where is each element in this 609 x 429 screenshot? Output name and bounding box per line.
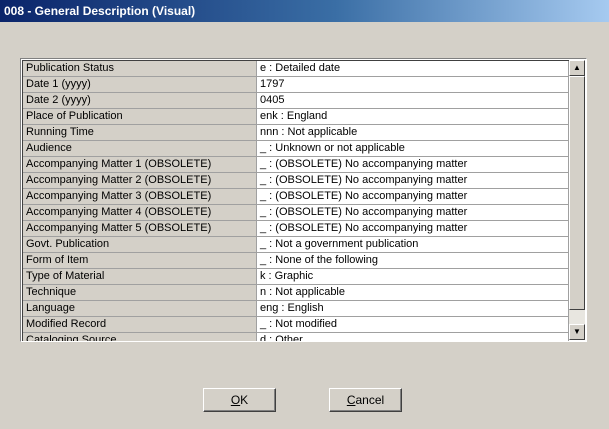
field-value[interactable]: eng : English <box>256 300 569 317</box>
table-row[interactable]: Place of Publication enk : England <box>23 108 569 125</box>
field-label: Technique <box>23 284 257 301</box>
table-row[interactable]: Accompanying Matter 5 (OBSOLETE) _ : (OBS… <box>23 220 569 237</box>
scroll-thumb[interactable] <box>569 76 585 310</box>
vertical-scrollbar[interactable]: ▲ ▼ <box>569 60 585 340</box>
cancel-button[interactable]: Cancel <box>329 388 402 412</box>
cancel-label-rest: ancel <box>355 393 385 407</box>
field-value[interactable]: enk : England <box>256 108 569 125</box>
field-label: Date 1 (yyyy) <box>23 76 257 93</box>
table-row[interactable]: Date 2 (yyyy) 0405 <box>23 92 569 109</box>
field-value[interactable]: k : Graphic <box>256 268 569 285</box>
table-row[interactable]: Technique n : Not applicable <box>23 284 569 301</box>
table-row[interactable]: Accompanying Matter 3 (OBSOLETE) _ : (OBS… <box>23 188 569 205</box>
ok-label-rest: K <box>240 393 249 407</box>
table-row[interactable]: Govt. Publication _ : Not a government pu… <box>23 236 569 253</box>
field-value[interactable]: _ : (OBSOLETE) No accompanying matter <box>256 156 569 173</box>
field-value[interactable]: _ : (OBSOLETE) No accompanying matter <box>256 204 569 221</box>
field-label: Govt. Publication <box>23 236 257 253</box>
table-row[interactable]: Publication Status e : Detailed date <box>23 61 569 77</box>
field-label: Modified Record <box>23 316 257 333</box>
field-grid: Publication Status e : Detailed date Date … <box>20 58 587 342</box>
field-label: Date 2 (yyyy) <box>23 92 257 109</box>
field-label: Type of Material <box>23 268 257 285</box>
field-value[interactable]: d : Other <box>256 332 569 341</box>
scroll-up-icon[interactable]: ▲ <box>569 60 585 76</box>
field-value[interactable]: 1797 <box>256 76 569 93</box>
field-value[interactable]: e : Detailed date <box>256 61 569 77</box>
field-value[interactable]: _ : Not modified <box>256 316 569 333</box>
field-label: Accompanying Matter 3 (OBSOLETE) <box>23 188 257 205</box>
field-label: Accompanying Matter 2 (OBSOLETE) <box>23 172 257 189</box>
table-row[interactable]: Type of Material k : Graphic <box>23 268 569 285</box>
table-row[interactable]: Accompanying Matter 1 (OBSOLETE) _ : (OBS… <box>23 156 569 173</box>
field-value[interactable]: n : Not applicable <box>256 284 569 301</box>
field-label: Running Time <box>23 124 257 141</box>
table-row[interactable]: Modified Record _ : Not modified <box>23 316 569 333</box>
grid-viewport: Publication Status e : Detailed date Date … <box>22 60 569 341</box>
table-row[interactable]: Accompanying Matter 4 (OBSOLETE) _ : (OBS… <box>23 204 569 221</box>
field-label: Place of Publication <box>23 108 257 125</box>
dialog-window: 008 - General Description (Visual) Publi… <box>0 0 609 429</box>
field-label: Accompanying Matter 1 (OBSOLETE) <box>23 156 257 173</box>
table-row[interactable]: Running Time nnn : Not applicable <box>23 124 569 141</box>
table-row[interactable]: Accompanying Matter 2 (OBSOLETE) _ : (OBS… <box>23 172 569 189</box>
field-value[interactable]: _ : Unknown or not applicable <box>256 140 569 157</box>
ok-button[interactable]: OK <box>203 388 276 412</box>
title-bar: 008 - General Description (Visual) <box>0 0 609 22</box>
field-label: Accompanying Matter 5 (OBSOLETE) <box>23 220 257 237</box>
table-row[interactable]: Form of Item _ : None of the following <box>23 252 569 269</box>
field-label: Language <box>23 300 257 317</box>
table-row[interactable]: Audience _ : Unknown or not applicable <box>23 140 569 157</box>
field-table: Publication Status e : Detailed date Date … <box>23 61 569 341</box>
field-value[interactable]: _ : (OBSOLETE) No accompanying matter <box>256 188 569 205</box>
field-label: Publication Status <box>23 61 257 77</box>
field-label: Audience <box>23 140 257 157</box>
field-value[interactable]: _ : (OBSOLETE) No accompanying matter <box>256 172 569 189</box>
window-title: 008 - General Description (Visual) <box>4 4 196 18</box>
field-value[interactable]: _ : Not a government publication <box>256 236 569 253</box>
field-value[interactable]: _ : (OBSOLETE) No accompanying matter <box>256 220 569 237</box>
table-row[interactable]: Language eng : English <box>23 300 569 317</box>
table-row[interactable]: Cataloging Source d : Other <box>23 332 569 341</box>
field-label: Accompanying Matter 4 (OBSOLETE) <box>23 204 257 221</box>
scroll-down-icon[interactable]: ▼ <box>569 324 585 340</box>
table-row[interactable]: Date 1 (yyyy) 1797 <box>23 76 569 93</box>
ok-mnemonic: O <box>230 393 241 407</box>
field-value[interactable]: nnn : Not applicable <box>256 124 569 141</box>
field-value[interactable]: _ : None of the following <box>256 252 569 269</box>
field-value[interactable]: 0405 <box>256 92 569 109</box>
field-label: Form of Item <box>23 252 257 269</box>
field-label: Cataloging Source <box>23 332 257 341</box>
